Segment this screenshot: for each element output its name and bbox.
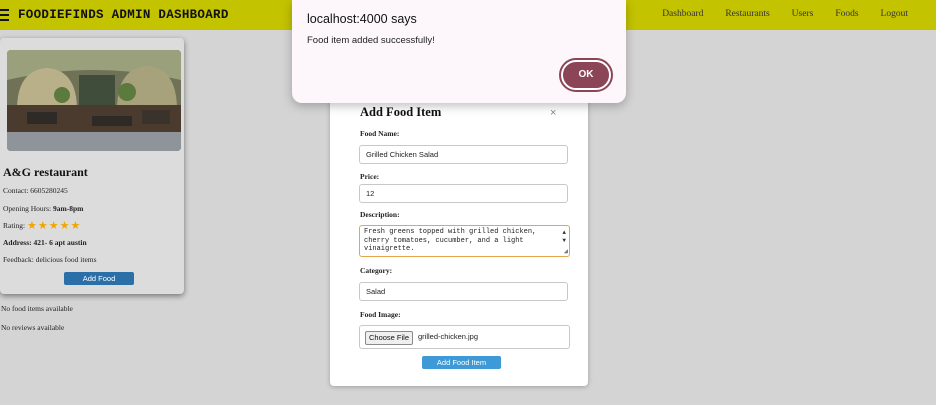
rating-stars: ★ ★ ★ ★ ★ xyxy=(26,220,81,233)
star-icon: ★ xyxy=(37,220,48,233)
feedback-value: delicious food items xyxy=(35,255,97,264)
restaurant-rating: Rating: ★ ★ ★ ★ ★ xyxy=(3,220,81,233)
brand-title: FOODIEFINDS ADMIN DASHBOARD xyxy=(18,8,229,22)
price-input[interactable]: 12 xyxy=(359,184,568,203)
restaurant-contact: Contact: 6605280245 xyxy=(3,186,68,195)
category-label: Category: xyxy=(360,266,393,275)
choose-file-button[interactable]: Choose File xyxy=(365,331,414,345)
restaurant-card: A&G restaurant Contact: 6605280245 Openi… xyxy=(0,38,184,294)
nav-restaurants[interactable]: Restaurants xyxy=(725,9,769,19)
food-image-label: Food Image: xyxy=(360,310,401,319)
alert-message: Food item added successfully! xyxy=(307,35,435,46)
selected-file-name: grilled-chicken.jpg xyxy=(418,332,479,341)
modal-title: Add Food Item xyxy=(360,105,442,119)
textarea-scroll-arrows-icon[interactable]: ▲ ▼ xyxy=(562,229,566,245)
restaurant-feedback: Feedback: delicious food items xyxy=(3,255,97,264)
restaurant-hours: Opening Hours: 9am-8pm xyxy=(3,204,83,213)
restaurant-interior-image xyxy=(7,50,181,151)
description-text: Fresh greens topped with grilled chicken… xyxy=(364,228,537,253)
description-textarea[interactable]: Fresh greens topped with grilled chicken… xyxy=(359,225,570,257)
close-icon[interactable]: × xyxy=(550,107,556,119)
restaurant-address: Address: 421- 6 apt austin xyxy=(3,238,87,247)
nav-links: Dashboard Restaurants Users Foods Logout xyxy=(662,9,908,19)
feedback-label: Feedback: xyxy=(3,255,34,264)
star-icon: ★ xyxy=(48,220,59,233)
food-name-input[interactable]: Grilled Chicken Salad xyxy=(359,145,568,164)
hamburger-menu-icon[interactable] xyxy=(0,9,9,21)
no-food-text: No food items available xyxy=(1,304,73,313)
category-input[interactable]: Salad xyxy=(359,282,568,301)
hours-label: Opening Hours: xyxy=(3,204,52,213)
resize-grip-icon[interactable]: ◢ xyxy=(564,248,568,257)
nav-users[interactable]: Users xyxy=(792,9,814,19)
restaurant-name: A&G restaurant xyxy=(3,165,88,179)
add-food-button[interactable]: Add Food xyxy=(64,272,134,285)
contact-value: 6605280245 xyxy=(30,186,68,195)
alert-title: localhost:4000 says xyxy=(307,12,417,26)
star-icon: ★ xyxy=(59,220,70,233)
nav-foods[interactable]: Foods xyxy=(835,9,858,19)
no-reviews-text: No reviews available xyxy=(1,323,65,332)
alert-ok-button[interactable]: OK xyxy=(559,58,613,92)
nav-dashboard[interactable]: Dashboard xyxy=(662,9,703,19)
add-food-item-button[interactable]: Add Food Item xyxy=(422,356,501,369)
address-label: Address: xyxy=(3,238,32,247)
hours-value: 9am-8pm xyxy=(53,204,84,213)
alert-dialog: localhost:4000 says Food item added succ… xyxy=(292,0,626,103)
star-icon: ★ xyxy=(26,220,37,233)
food-name-label: Food Name: xyxy=(360,129,400,138)
description-label: Description: xyxy=(360,210,400,219)
food-image-input[interactable]: Choose File grilled-chicken.jpg xyxy=(359,325,570,349)
add-food-modal: Add Food Item × Food Name: Grilled Chick… xyxy=(330,90,588,386)
price-label: Price: xyxy=(360,172,380,181)
contact-label: Contact: xyxy=(3,186,29,195)
nav-logout[interactable]: Logout xyxy=(881,9,908,19)
star-icon: ★ xyxy=(70,220,81,233)
rating-label: Rating: xyxy=(3,221,26,230)
restaurant-photo xyxy=(7,50,181,151)
address-value: 421- 6 apt austin xyxy=(33,238,87,247)
